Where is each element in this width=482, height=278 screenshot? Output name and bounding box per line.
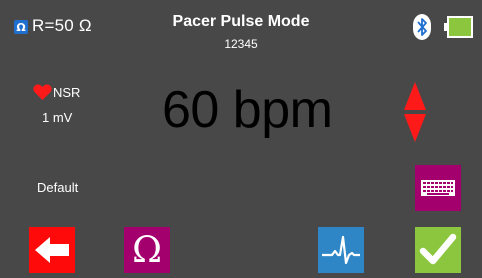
page-title: Pacer Pulse Mode (172, 13, 310, 30)
increase-arrow-icon (404, 82, 426, 110)
back-button[interactable] (29, 227, 75, 273)
keyboard-button[interactable] (415, 165, 461, 211)
checkmark-icon (419, 233, 457, 265)
bluetooth-icon (413, 14, 431, 40)
amplitude-label: 1 mV (42, 110, 73, 125)
preset-label: Default (37, 180, 79, 195)
rate-value: 60 bpm (162, 81, 333, 139)
up-down-arrows[interactable] (404, 82, 426, 142)
ecg-waveform-button[interactable] (318, 227, 364, 273)
back-arrow-icon (35, 237, 69, 263)
serial-number: 12345 (224, 37, 258, 51)
ecg-waveform-icon (322, 235, 360, 265)
keyboard-icon (421, 180, 455, 196)
confirm-button[interactable] (415, 227, 461, 273)
omega-icon: Ω (132, 229, 162, 271)
resistance-button[interactable]: Ω (124, 227, 170, 273)
rhythm-label: NSR (53, 85, 81, 100)
decrease-arrow-icon (404, 114, 426, 142)
battery-icon (444, 16, 473, 38)
heart-icon (33, 84, 52, 100)
